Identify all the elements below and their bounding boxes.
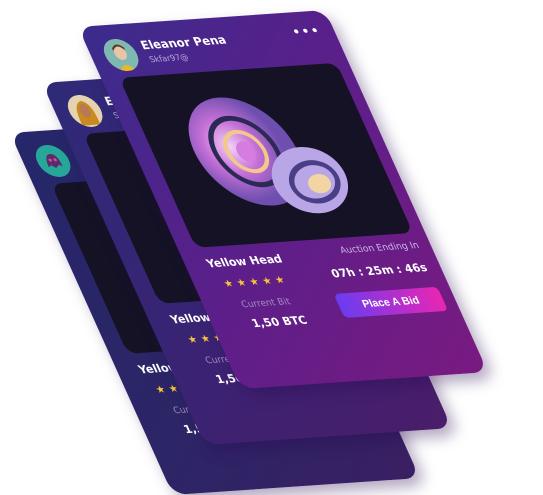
nft-title: Yellow Head [204, 252, 285, 271]
more-options-icon[interactable]: ••• [289, 23, 324, 41]
current-bit-label: Current Bit [239, 297, 293, 311]
creator-name: Eleanor Pena [138, 32, 229, 53]
place-bid-button[interactable]: Place A Bid [333, 286, 449, 318]
avatar[interactable] [30, 144, 76, 178]
creator-handle: Skfar97@ [147, 52, 191, 65]
avatar[interactable] [62, 94, 108, 128]
rating-stars-icon: ★★★★★ [221, 274, 291, 290]
current-bit-value: 1,50 BTC [249, 313, 310, 331]
auction-ending-label: Auction Ending In [338, 240, 422, 257]
avatar[interactable] [98, 38, 144, 72]
auction-countdown: 07h : 25m : 46s [328, 260, 430, 281]
